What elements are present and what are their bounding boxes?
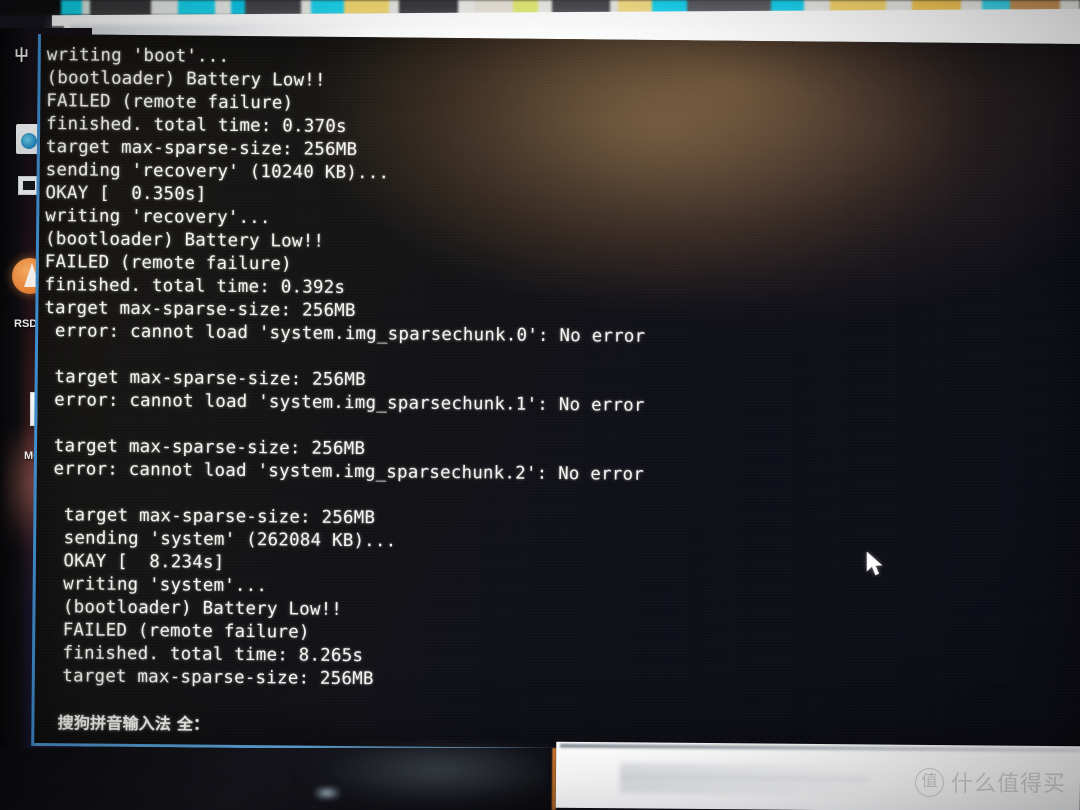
screenshot-root: 屮 RSD MO writing 'boot'... (bootloader) … xyxy=(0,0,1080,810)
mouse-pointer-icon xyxy=(866,552,883,576)
desktop-icon-rsd-label[interactable]: RSD xyxy=(14,318,37,330)
desk-highlight xyxy=(314,786,340,800)
terminal-output[interactable]: writing 'boot'... (bootloader) Battery L… xyxy=(40,44,1047,744)
desktop-icon-chinese-app-label[interactable]: 屮 xyxy=(14,44,29,65)
background-window-ghost-text xyxy=(619,762,871,796)
command-prompt-window[interactable]: writing 'boot'... (bootloader) Battery L… xyxy=(31,34,1080,757)
desk-reflection xyxy=(300,744,550,810)
